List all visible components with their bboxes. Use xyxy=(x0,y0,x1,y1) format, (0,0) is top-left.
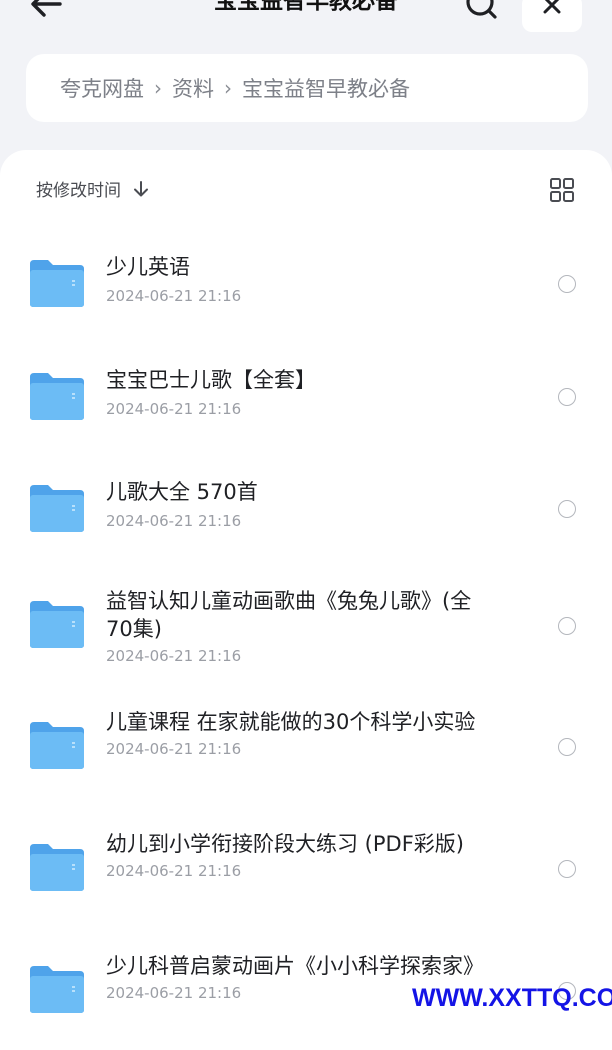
file-name: 儿童课程 在家就能做的30个科学小实验 xyxy=(106,710,476,734)
search-button[interactable] xyxy=(458,0,502,22)
file-date: 2024-06-21 21:16 xyxy=(106,512,242,530)
file-list-panel: 按修改时间 少儿英语 2024-06-21 21:16 宝宝巴士儿歌【全套】 2… xyxy=(0,150,612,1050)
back-button[interactable] xyxy=(26,0,70,22)
file-date: 2024-06-21 21:16 xyxy=(106,647,242,665)
file-date: 2024-06-21 21:16 xyxy=(106,740,242,758)
grid-view-button[interactable] xyxy=(548,176,576,204)
page-title: 宝宝益智早教必备 xyxy=(214,0,398,14)
breadcrumb-item-root[interactable]: 夸克网盘 xyxy=(60,73,144,103)
breadcrumb-separator: › xyxy=(154,76,162,100)
file-name: 益智认知儿童动画歌曲《兔兔儿歌》(全70集) xyxy=(106,589,472,641)
watermark: WWW.XXTTQ.COM xyxy=(412,984,612,1012)
folder-icon xyxy=(30,722,84,769)
file-date: 2024-06-21 21:16 xyxy=(106,400,242,418)
folder-icon xyxy=(30,601,84,648)
back-arrow-icon xyxy=(31,0,62,17)
breadcrumb-item-current: 宝宝益智早教必备 xyxy=(242,77,410,101)
list-item[interactable]: 益智认知儿童动画歌曲《兔兔儿歌》(全70集) 2024-06-21 21:16 xyxy=(0,583,612,683)
file-date: 2024-06-21 21:16 xyxy=(106,862,242,880)
file-date: 2024-06-21 21:16 xyxy=(106,287,242,305)
list-item[interactable]: 儿歌大全 570首 2024-06-21 21:16 xyxy=(0,470,612,550)
list-item[interactable]: 儿童课程 在家就能做的30个科学小实验 2024-06-21 21:16 xyxy=(0,704,612,804)
select-radio[interactable] xyxy=(558,275,576,293)
sort-label: 按修改时间 xyxy=(36,181,121,201)
file-name: 少儿科普启蒙动画片《小小科学探索家》 xyxy=(106,954,484,978)
breadcrumb: 夸克网盘 › 资料 › 宝宝益智早教必备 xyxy=(26,54,588,122)
grid-view-icon xyxy=(550,178,574,202)
folder-icon xyxy=(30,373,84,420)
breadcrumb-item-folder[interactable]: 资料 xyxy=(172,73,214,103)
breadcrumb-separator: › xyxy=(224,76,232,100)
file-name: 儿歌大全 570首 xyxy=(106,480,258,504)
sort-down-arrow-icon xyxy=(134,180,148,196)
file-name: 宝宝巴士儿歌【全套】 xyxy=(106,368,316,392)
file-name: 幼儿到小学衔接阶段大练习 (PDF彩版) xyxy=(106,832,464,856)
list-item[interactable]: 幼儿到小学衔接阶段大练习 (PDF彩版) 2024-06-21 21:16 xyxy=(0,826,612,926)
top-bar: 宝宝益智早教必备 xyxy=(0,0,612,40)
search-icon xyxy=(466,0,497,19)
close-icon xyxy=(543,0,561,14)
folder-icon xyxy=(30,966,84,1013)
folder-icon xyxy=(30,844,84,891)
select-radio[interactable] xyxy=(558,617,576,635)
folder-icon xyxy=(30,260,84,307)
list-item[interactable]: 少儿英语 2024-06-21 21:16 xyxy=(0,245,612,325)
list-item[interactable]: 宝宝巴士儿歌【全套】 2024-06-21 21:16 xyxy=(0,358,612,438)
sort-button[interactable]: 按修改时间 xyxy=(36,176,149,201)
file-name: 少儿英语 xyxy=(106,255,190,279)
select-radio[interactable] xyxy=(558,738,576,756)
folder-icon xyxy=(30,485,84,532)
select-radio[interactable] xyxy=(558,388,576,406)
select-radio[interactable] xyxy=(558,860,576,878)
select-radio[interactable] xyxy=(558,500,576,518)
close-button[interactable] xyxy=(522,0,582,32)
